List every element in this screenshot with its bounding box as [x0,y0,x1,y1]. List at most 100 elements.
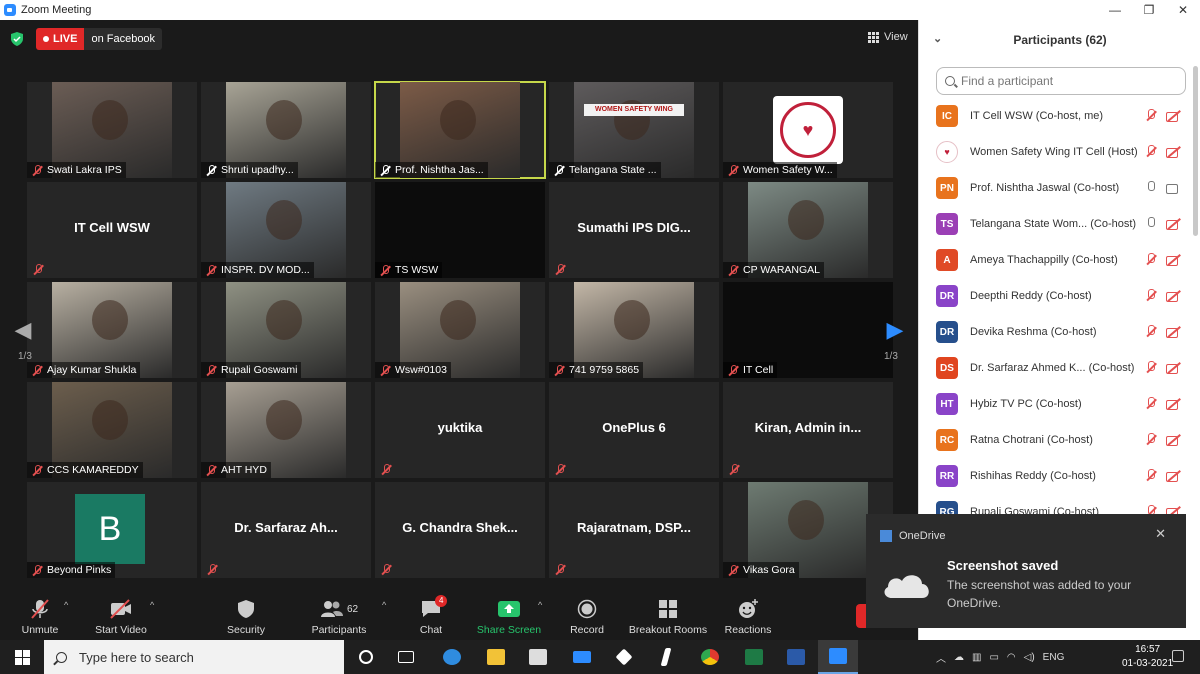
share-screen-button[interactable]: Share Screen [469,598,549,636]
participant-tile[interactable]: 741 9759 5865 [549,282,719,378]
view-label: View [884,31,908,43]
restore-button[interactable]: ❐ [1132,0,1166,20]
video-camera-off-icon [1166,217,1181,231]
participant-row[interactable]: DR Devika Reshma (Co-host) [919,314,1189,350]
live-stream-badge[interactable]: LIVE on Facebook [36,28,163,50]
participants-button[interactable]: 62 Participants [299,598,379,636]
participant-tile[interactable]: Rupali Goswami [201,282,371,378]
participant-tile[interactable]: B Beyond Pinks [27,482,197,578]
participant-tile[interactable]: Rajaratnam, DSP... [549,482,719,578]
participants-scrollbar[interactable] [1193,66,1198,236]
network-tray-icon[interactable]: ▥ [972,652,981,663]
participant-row[interactable]: PN Prof. Nishtha Jaswal (Co-host) [919,170,1189,206]
participant-tile[interactable]: TS WSW [375,182,545,278]
onedrive-tray-icon[interactable]: ☁ [954,652,964,663]
chat-button[interactable]: 4 Chat [391,595,471,636]
battery-tray-icon[interactable]: ▭ [989,652,998,663]
close-button[interactable]: ✕ [1166,0,1200,20]
participant-row[interactable]: RC Ratna Chotrani (Co-host) [919,422,1189,458]
language-indicator[interactable]: ENG [1043,652,1065,663]
reactions-button[interactable]: Reactions [708,598,788,636]
excel-icon[interactable] [734,640,774,674]
record-button[interactable]: Record [547,598,627,636]
microphone-muted-icon [728,564,739,576]
participant-tile[interactable]: yuktika [375,382,545,478]
mail-icon[interactable] [562,640,602,674]
video-camera-off-icon [1166,469,1181,483]
collapse-chevron-icon[interactable]: ⌄ [933,32,942,45]
file-explorer-icon[interactable] [476,640,516,674]
video-camera-off-icon [1166,397,1181,411]
next-page-arrow[interactable]: ▶ [880,282,910,378]
participant-tile[interactable]: IT Cell [723,282,893,378]
participant-row[interactable]: DS Dr. Sarfaraz Ahmed K... (Co-host) [919,350,1189,386]
avatar: PN [936,177,958,199]
participant-row[interactable]: IC IT Cell WSW (Co-host, me) [919,98,1189,134]
participant-tile[interactable]: Prof. Nishtha Jas... [374,81,546,179]
participants-panel-title: Participants (62) [1013,33,1107,47]
participant-row[interactable]: RR Rishihas Reddy (Co-host) [919,458,1189,494]
notification-close-icon[interactable]: ✕ [1155,526,1166,542]
participant-tile[interactable]: WOMEN SAFETY WING Telangana State ... [549,82,719,178]
security-shield-icon[interactable] [11,32,23,46]
participant-tile[interactable]: Kiran, Admin in... [723,382,893,478]
task-view-icon[interactable] [386,640,426,674]
onedrive-notification[interactable]: OneDrive ✕ Screenshot saved The screensh… [866,514,1186,628]
participant-tile[interactable]: Swati Lakra IPS [27,82,197,178]
participant-tile[interactable]: Wsw#0103 [375,282,545,378]
microphone-muted-icon [32,464,43,476]
participant-status-icons [1145,109,1181,123]
participant-tile[interactable]: G. Chandra Shek... [375,482,545,578]
action-center-icon[interactable] [1172,650,1184,662]
wifi-tray-icon[interactable]: ◠ [1007,652,1016,663]
participant-name: Prof. Nishtha Jaswal (Co-host) [970,182,1120,194]
participant-tile[interactable]: Ajay Kumar Shukla [27,282,197,378]
zoom-taskbar-icon[interactable] [818,640,858,674]
participant-tile[interactable]: ♥ Women Safety W... [723,82,893,178]
dropbox-icon[interactable] [604,640,644,674]
taskbar-clock[interactable]: 16:57 01-03-2021 [1122,643,1173,671]
view-button[interactable]: View [868,31,908,43]
window-title: Zoom Meeting [21,4,92,16]
participant-row[interactable]: A Ameya Thachappilly (Co-host) [919,242,1189,278]
edge-browser-icon[interactable] [432,640,472,674]
participant-tile[interactable]: OnePlus 6 [549,382,719,478]
breakout-rooms-label: Breakout Rooms [628,624,708,636]
participant-row[interactable]: ♥ Women Safety Wing IT Cell (Host) [919,134,1189,170]
participant-tile[interactable]: IT Cell WSW [27,182,197,278]
participant-tile[interactable]: Sumathi IPS DIG... [549,182,719,278]
microphone-muted-icon [728,264,739,276]
video-options-caret-icon[interactable]: ^ [150,600,154,610]
share-options-caret-icon[interactable]: ^ [538,600,542,610]
security-button[interactable]: Security [206,598,286,636]
breakout-rooms-button[interactable]: Breakout Rooms [624,598,712,636]
participant-tile[interactable]: Shruti upadhy... [201,82,371,178]
participants-icon [320,601,343,617]
participant-tile[interactable]: CCS KAMAREDDY [27,382,197,478]
participant-tile[interactable]: Dr. Sarfaraz Ah... [201,482,371,578]
audio-options-caret-icon[interactable]: ^ [64,600,68,610]
taskbar-search-box[interactable]: Type here to search [44,640,344,674]
participant-row[interactable]: HT Hybiz TV PC (Co-host) [919,386,1189,422]
cortana-icon[interactable] [346,640,386,674]
participant-row[interactable]: TS Telangana State Wom... (Co-host) [919,206,1189,242]
participant-tile[interactable]: INSPR. DV MOD... [201,182,371,278]
page-indicator-right: 1/3 [884,351,898,362]
start-button[interactable] [0,640,44,674]
word-icon[interactable] [776,640,816,674]
participant-tile[interactable]: CP WARANGAL [723,182,893,278]
microphone-muted-icon [206,364,217,376]
person-silhouette [92,100,128,140]
chrome-icon[interactable] [690,640,730,674]
prev-page-arrow[interactable]: ◀ [8,282,38,378]
volume-tray-icon[interactable]: ◁) [1024,652,1035,663]
participant-search-input[interactable]: Find a participant [936,67,1186,95]
participant-tile[interactable]: AHT HYD [201,382,371,478]
minimize-button[interactable]: — [1098,0,1132,20]
start-video-button[interactable]: Start Video [81,598,161,636]
participant-row[interactable]: DR Deepthi Reddy (Co-host) [919,278,1189,314]
store-icon[interactable] [518,640,558,674]
bolt-app-icon[interactable] [646,640,686,674]
tray-chevron-icon[interactable]: ︿ [936,650,946,665]
participants-options-caret-icon[interactable]: ^ [382,600,386,610]
